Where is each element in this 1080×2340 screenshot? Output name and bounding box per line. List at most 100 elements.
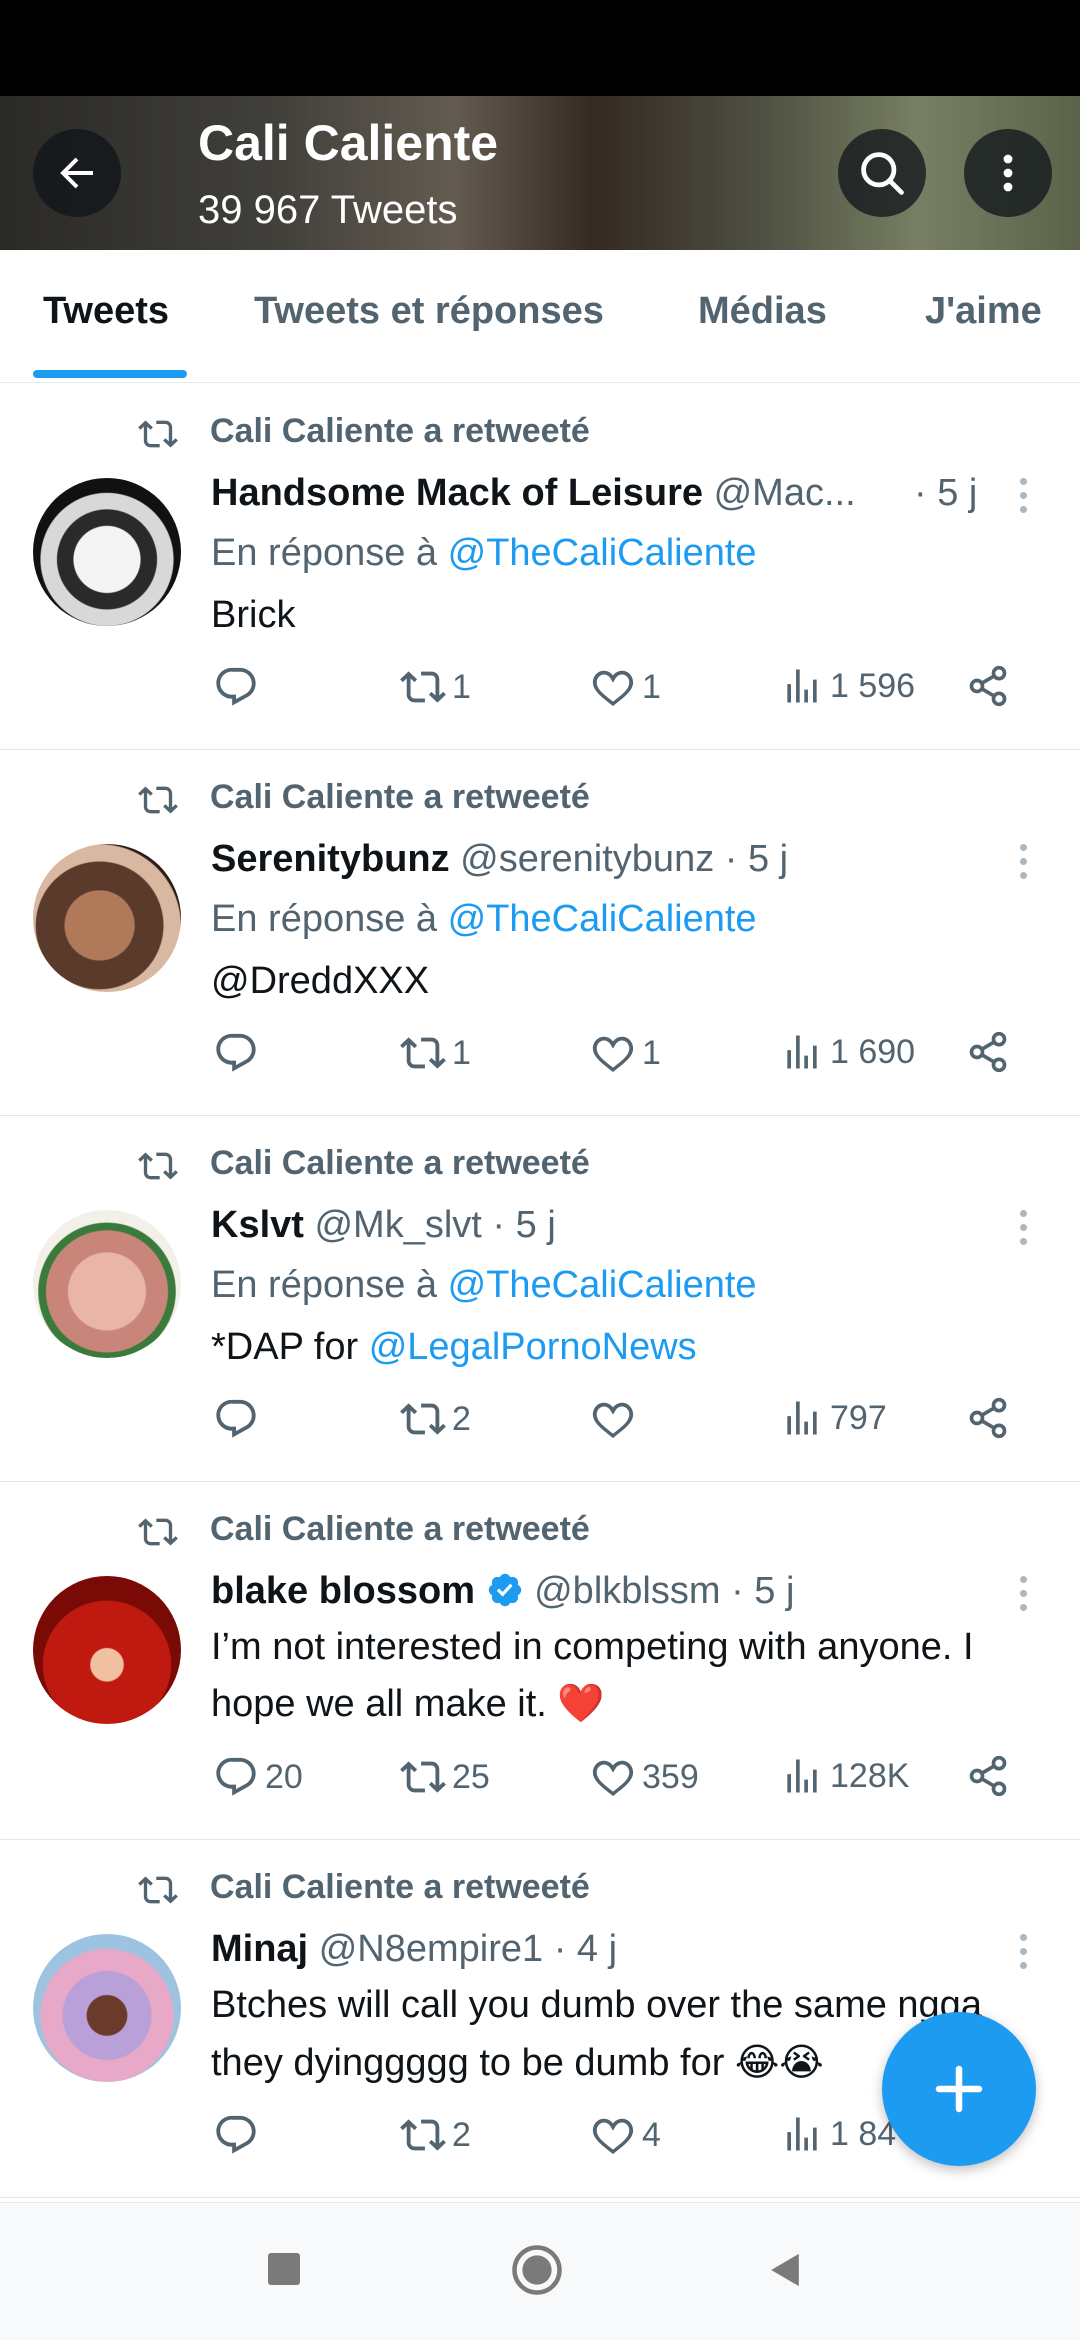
share-icon bbox=[966, 1030, 1010, 1074]
display-name[interactable]: Kslvt bbox=[211, 1204, 304, 1246]
retweet-label: Cali Caliente a retweeté bbox=[210, 1868, 590, 1906]
like-button[interactable]: 1 bbox=[590, 1030, 661, 1076]
tweet-more-icon[interactable] bbox=[1018, 1210, 1030, 1252]
tweet-item[interactable]: Cali Caliente a retweeté Serenitybunz @s… bbox=[0, 750, 1080, 1116]
tab-likes[interactable]: J'aime bbox=[925, 290, 1042, 333]
retweet-icon bbox=[400, 2112, 446, 2158]
reply-icon bbox=[213, 664, 259, 710]
avatar[interactable] bbox=[33, 844, 181, 992]
reply-to-link[interactable]: @TheCaliCaliente bbox=[448, 898, 757, 940]
timestamp: · 5 j bbox=[731, 1570, 795, 1612]
retweet-button[interactable]: 2 bbox=[400, 2112, 471, 2158]
tweet-item[interactable]: Cali Caliente a retweeté blake blossom @… bbox=[0, 1482, 1080, 1840]
retweet-label: Cali Caliente a retweeté bbox=[210, 1510, 590, 1548]
nav-recents-icon[interactable] bbox=[264, 2249, 304, 2289]
views-icon bbox=[780, 1030, 824, 1074]
mention-link[interactable]: @DreddXXX bbox=[211, 960, 429, 1003]
display-name[interactable]: Serenitybunz bbox=[211, 838, 450, 880]
tweet-actions: 1 1 1 690 bbox=[0, 1030, 1080, 1090]
like-button[interactable] bbox=[590, 1396, 642, 1442]
tweet-more-icon[interactable] bbox=[1018, 1576, 1030, 1618]
tweet-actions: 20 25 359 128K bbox=[0, 1754, 1080, 1814]
views-icon bbox=[780, 664, 824, 708]
handle[interactable]: @Mac... bbox=[714, 472, 856, 514]
like-button[interactable]: 359 bbox=[590, 1754, 699, 1800]
like-button[interactable]: 4 bbox=[590, 2112, 661, 2158]
reply-button[interactable]: 20 bbox=[213, 1754, 303, 1800]
avatar[interactable] bbox=[33, 478, 181, 626]
retweet-icon bbox=[400, 1030, 446, 1076]
timestamp: · 5 j bbox=[724, 838, 789, 880]
search-button[interactable] bbox=[838, 129, 926, 217]
handle[interactable]: @blkblssm bbox=[534, 1570, 720, 1612]
tweet-more-icon[interactable] bbox=[1018, 844, 1030, 886]
views-icon bbox=[780, 1754, 824, 1798]
views-button[interactable]: 1 596 bbox=[780, 664, 915, 708]
system-navigation-bar bbox=[0, 2202, 1080, 2340]
back-arrow-icon bbox=[60, 157, 93, 189]
tweet-text-line-2: hope we all make it. ❤️ bbox=[211, 1683, 605, 1725]
views-button[interactable]: 1 84 bbox=[780, 2112, 896, 2156]
share-button[interactable] bbox=[966, 1754, 1010, 1798]
tweet-item[interactable]: Cali Caliente a retweeté Handsome Mack o… bbox=[0, 384, 1080, 750]
retweet-button[interactable]: 25 bbox=[400, 1754, 490, 1800]
compose-tweet-button[interactable] bbox=[882, 2012, 1036, 2166]
views-button[interactable]: 128K bbox=[780, 1754, 909, 1798]
tweet-text-line-2: they dyinggggg to be dumb for 😂😭 bbox=[211, 2042, 824, 2084]
nav-home-icon[interactable] bbox=[510, 2243, 564, 2297]
more-options-button[interactable] bbox=[964, 129, 1052, 217]
share-icon bbox=[966, 1754, 1010, 1798]
reply-icon bbox=[213, 1030, 259, 1076]
display-name[interactable]: Handsome Mack of Leisure bbox=[211, 472, 703, 514]
reply-button[interactable] bbox=[213, 664, 265, 710]
display-name[interactable]: Minaj bbox=[211, 1928, 308, 1970]
tab-media[interactable]: Médias bbox=[698, 290, 827, 333]
avatar[interactable] bbox=[33, 1210, 181, 1358]
handle[interactable]: @Mk_slvt bbox=[314, 1204, 481, 1246]
reply-button[interactable] bbox=[213, 1396, 265, 1442]
reply-button[interactable] bbox=[213, 1030, 265, 1076]
tab-tweets[interactable]: Tweets bbox=[43, 290, 169, 333]
retweet-icon bbox=[138, 1870, 178, 1910]
avatar[interactable] bbox=[33, 1934, 181, 2082]
timestamp: · 5 j bbox=[914, 472, 978, 514]
avatar[interactable] bbox=[33, 1576, 181, 1724]
tweet-more-icon[interactable] bbox=[1018, 478, 1030, 520]
views-button[interactable]: 797 bbox=[780, 1396, 887, 1440]
like-icon bbox=[590, 664, 636, 710]
status-bar bbox=[0, 0, 1080, 96]
retweet-label: Cali Caliente a retweeté bbox=[210, 412, 590, 450]
tweet-more-icon[interactable] bbox=[1018, 1934, 1030, 1976]
retweet-label: Cali Caliente a retweeté bbox=[210, 1144, 590, 1182]
share-button[interactable] bbox=[966, 1030, 1010, 1074]
handle[interactable]: @serenitybunz bbox=[460, 838, 714, 880]
handle[interactable]: @N8empire1 bbox=[319, 1928, 543, 1970]
back-button[interactable] bbox=[33, 129, 121, 217]
like-icon bbox=[590, 1396, 636, 1442]
retweet-button[interactable]: 1 bbox=[400, 1030, 471, 1076]
share-button[interactable] bbox=[966, 664, 1010, 708]
like-button[interactable]: 1 bbox=[590, 664, 661, 710]
profile-name: Cali Caliente bbox=[198, 115, 499, 171]
retweet-button[interactable]: 2 bbox=[400, 1396, 471, 1442]
retweet-label: Cali Caliente a retweeté bbox=[210, 778, 590, 816]
active-tab-indicator bbox=[33, 370, 187, 378]
search-icon bbox=[861, 152, 904, 195]
reply-to-link[interactable]: @TheCaliCaliente bbox=[448, 1264, 757, 1306]
reply-to-link[interactable]: @TheCaliCaliente bbox=[448, 532, 757, 574]
views-icon bbox=[780, 1396, 824, 1440]
retweet-icon bbox=[400, 1754, 446, 1800]
share-button[interactable] bbox=[966, 1396, 1010, 1440]
tab-tweets-replies[interactable]: Tweets et réponses bbox=[254, 290, 604, 333]
tweet-count: 39 967 Tweets bbox=[198, 188, 458, 232]
views-button[interactable]: 1 690 bbox=[780, 1030, 915, 1074]
retweet-icon bbox=[138, 414, 178, 454]
nav-back-icon[interactable] bbox=[762, 2247, 808, 2293]
reply-button[interactable] bbox=[213, 2112, 265, 2158]
share-icon bbox=[966, 664, 1010, 708]
retweet-button[interactable]: 1 bbox=[400, 664, 471, 710]
mention-link[interactable]: @LegalPornoNews bbox=[369, 1326, 697, 1368]
views-icon bbox=[780, 2112, 824, 2156]
display-name[interactable]: blake blossom bbox=[211, 1570, 475, 1612]
tweet-item[interactable]: Cali Caliente a retweeté Kslvt @Mk_slvt … bbox=[0, 1116, 1080, 1482]
